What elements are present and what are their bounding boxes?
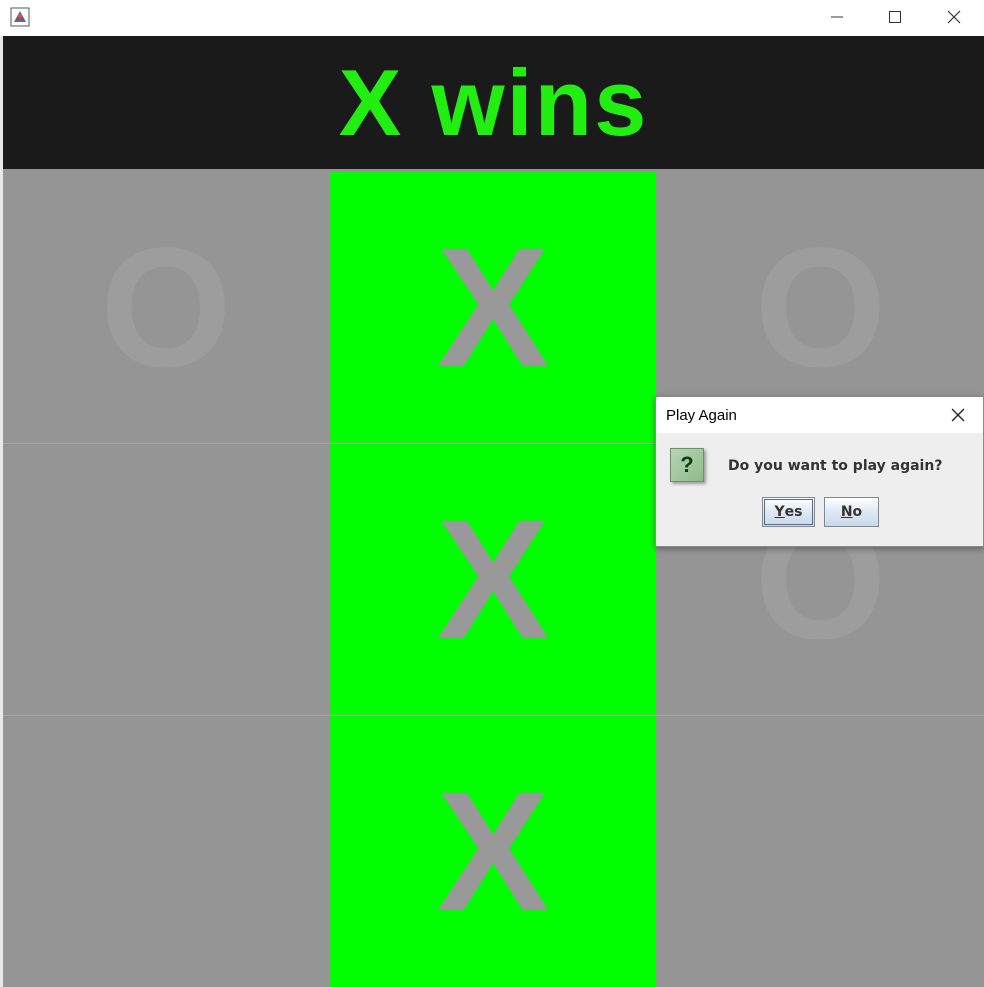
dialog-close-button[interactable] — [946, 403, 970, 427]
dialog-title-bar[interactable]: Play Again — [656, 397, 983, 433]
question-icon: ? — [670, 448, 704, 482]
board-cell[interactable]: X — [330, 716, 656, 987]
x-mark: X — [436, 212, 550, 403]
minimize-icon — [831, 16, 843, 18]
board-cell[interactable] — [3, 444, 329, 715]
no-mnemonic: N — [840, 504, 853, 520]
close-icon — [951, 408, 965, 422]
row-divider — [3, 715, 984, 716]
status-text: X wins — [338, 49, 649, 155]
x-mark: X — [436, 756, 550, 947]
board-cell[interactable] — [657, 716, 984, 987]
no-label-rest: o — [852, 504, 863, 520]
close-button[interactable] — [925, 0, 983, 34]
o-mark: O — [99, 212, 233, 403]
board-cell[interactable] — [3, 716, 329, 987]
close-icon — [947, 10, 961, 24]
yes-mnemonic: Y — [774, 504, 785, 520]
o-mark: O — [754, 212, 887, 403]
game-window: X wins O X O X O X Play Again ? Do you w… — [0, 0, 984, 987]
x-mark: X — [436, 484, 550, 675]
no-button[interactable]: No — [824, 497, 879, 527]
maximize-button[interactable] — [866, 0, 924, 34]
yes-button[interactable]: Yes — [762, 497, 815, 527]
dialog-message: Do you want to play again? — [728, 458, 943, 474]
board-cell[interactable]: X — [330, 444, 656, 715]
java-app-icon — [10, 7, 30, 27]
minimize-button[interactable] — [808, 0, 866, 34]
yes-label-rest: es — [784, 504, 803, 520]
dialog-title: Play Again — [666, 407, 737, 424]
board-cell[interactable]: O — [3, 172, 329, 443]
play-again-dialog: Play Again ? Do you want to play again? … — [655, 396, 984, 547]
game-board: O X O X O X — [3, 169, 984, 987]
maximize-icon — [889, 11, 901, 23]
status-header: X wins — [3, 36, 984, 169]
board-cell[interactable]: X — [330, 172, 656, 443]
title-bar[interactable] — [0, 0, 984, 36]
